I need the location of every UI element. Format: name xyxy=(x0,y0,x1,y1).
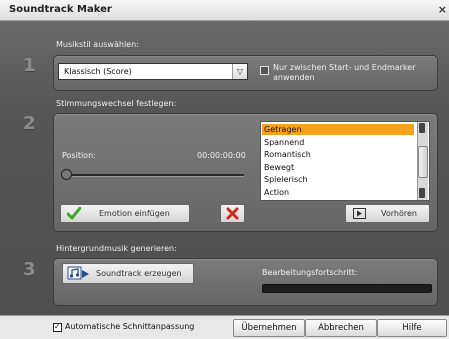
preview-label: Vorhören xyxy=(381,209,417,218)
step-3-label: Hintergrundmusik generieren: xyxy=(56,244,177,253)
emotion-listbox[interactable]: Getragen Spannend Romantisch Bewegt Spieleri… xyxy=(260,121,430,201)
range-only-checkbox[interactable] xyxy=(260,66,269,75)
preview-button[interactable]: Vorhören xyxy=(345,204,430,223)
chevron-down-icon[interactable]: ▽ xyxy=(232,64,247,79)
scroll-down-button[interactable] xyxy=(419,188,425,198)
music-style-value: Klassisch (Score) xyxy=(64,67,132,76)
checkmark-icon xyxy=(67,207,81,220)
position-slider[interactable] xyxy=(62,174,244,177)
emotion-list-item[interactable]: Bewegt xyxy=(262,162,414,173)
range-only-label-line2: anwenden xyxy=(273,73,315,82)
delete-emotion-button[interactable] xyxy=(220,204,245,223)
emotion-list-item[interactable]: Action xyxy=(262,187,414,198)
cancel-button[interactable]: Abbrechen xyxy=(305,319,377,337)
auto-cut-checkbox[interactable] xyxy=(53,322,62,332)
emotion-list-item[interactable]: Getragen xyxy=(262,124,414,135)
help-button[interactable]: Hilfe xyxy=(377,319,447,337)
range-only-label-line1: Nur zwischen Start- und Endmarker xyxy=(273,63,416,72)
position-label: Position: xyxy=(62,151,96,160)
footer-bar: Automatische Schnittanpassung Übernehmen… xyxy=(0,315,449,339)
close-icon[interactable]: × xyxy=(438,3,447,16)
position-time: 00:00:00:00 xyxy=(197,151,246,160)
step-2-number: 2 xyxy=(23,113,36,134)
dialog-body: 1 Musikstil auswählen: Klassisch (Score)… xyxy=(0,21,449,339)
generate-soundtrack-button[interactable]: Soundtrack erzeugen xyxy=(62,263,194,284)
insert-emotion-button[interactable]: Emotion einfügen xyxy=(60,204,190,223)
progress-bar xyxy=(262,284,432,293)
position-slider-knob[interactable] xyxy=(61,169,72,180)
play-icon xyxy=(353,208,366,219)
apply-button[interactable]: Übernehmen xyxy=(233,319,305,337)
music-style-select[interactable]: Klassisch (Score) ▽ xyxy=(58,63,248,80)
step-2-panel: Position: 00:00:00:00 Getragen Spannend Ro… xyxy=(53,113,438,232)
step-2-label: Stimmungswechsel festlegen: xyxy=(56,99,177,108)
emotion-list-item[interactable]: Romantisch xyxy=(262,149,414,160)
step-1-label: Musikstil auswählen: xyxy=(56,40,139,49)
emotion-list-item[interactable]: Spannend xyxy=(262,137,414,148)
emotion-list-item[interactable]: Spielerisch xyxy=(262,174,414,185)
auto-cut-label: Automatische Schnittanpassung xyxy=(65,322,195,331)
step-3-number: 3 xyxy=(23,259,36,280)
step-3-panel: Soundtrack erzeugen Bearbeitungsfortschr… xyxy=(53,258,438,306)
step-1-number: 1 xyxy=(23,55,36,76)
scroll-thumb[interactable] xyxy=(418,146,428,178)
soundtrack-icon xyxy=(67,266,89,280)
insert-emotion-label: Emotion einfügen xyxy=(99,209,170,218)
scroll-up-button[interactable] xyxy=(419,123,425,133)
window-title: Soundtrack Maker xyxy=(9,4,112,15)
progress-label: Bearbeitungsfortschritt: xyxy=(262,268,358,277)
generate-soundtrack-label: Soundtrack erzeugen xyxy=(96,269,182,278)
title-bar: Soundtrack Maker × xyxy=(0,0,449,21)
emotion-scrollbar[interactable] xyxy=(417,122,428,200)
delete-x-icon xyxy=(226,207,239,220)
step-1-panel: Klassisch (Score) ▽ Nur zwischen Start- … xyxy=(53,55,438,91)
